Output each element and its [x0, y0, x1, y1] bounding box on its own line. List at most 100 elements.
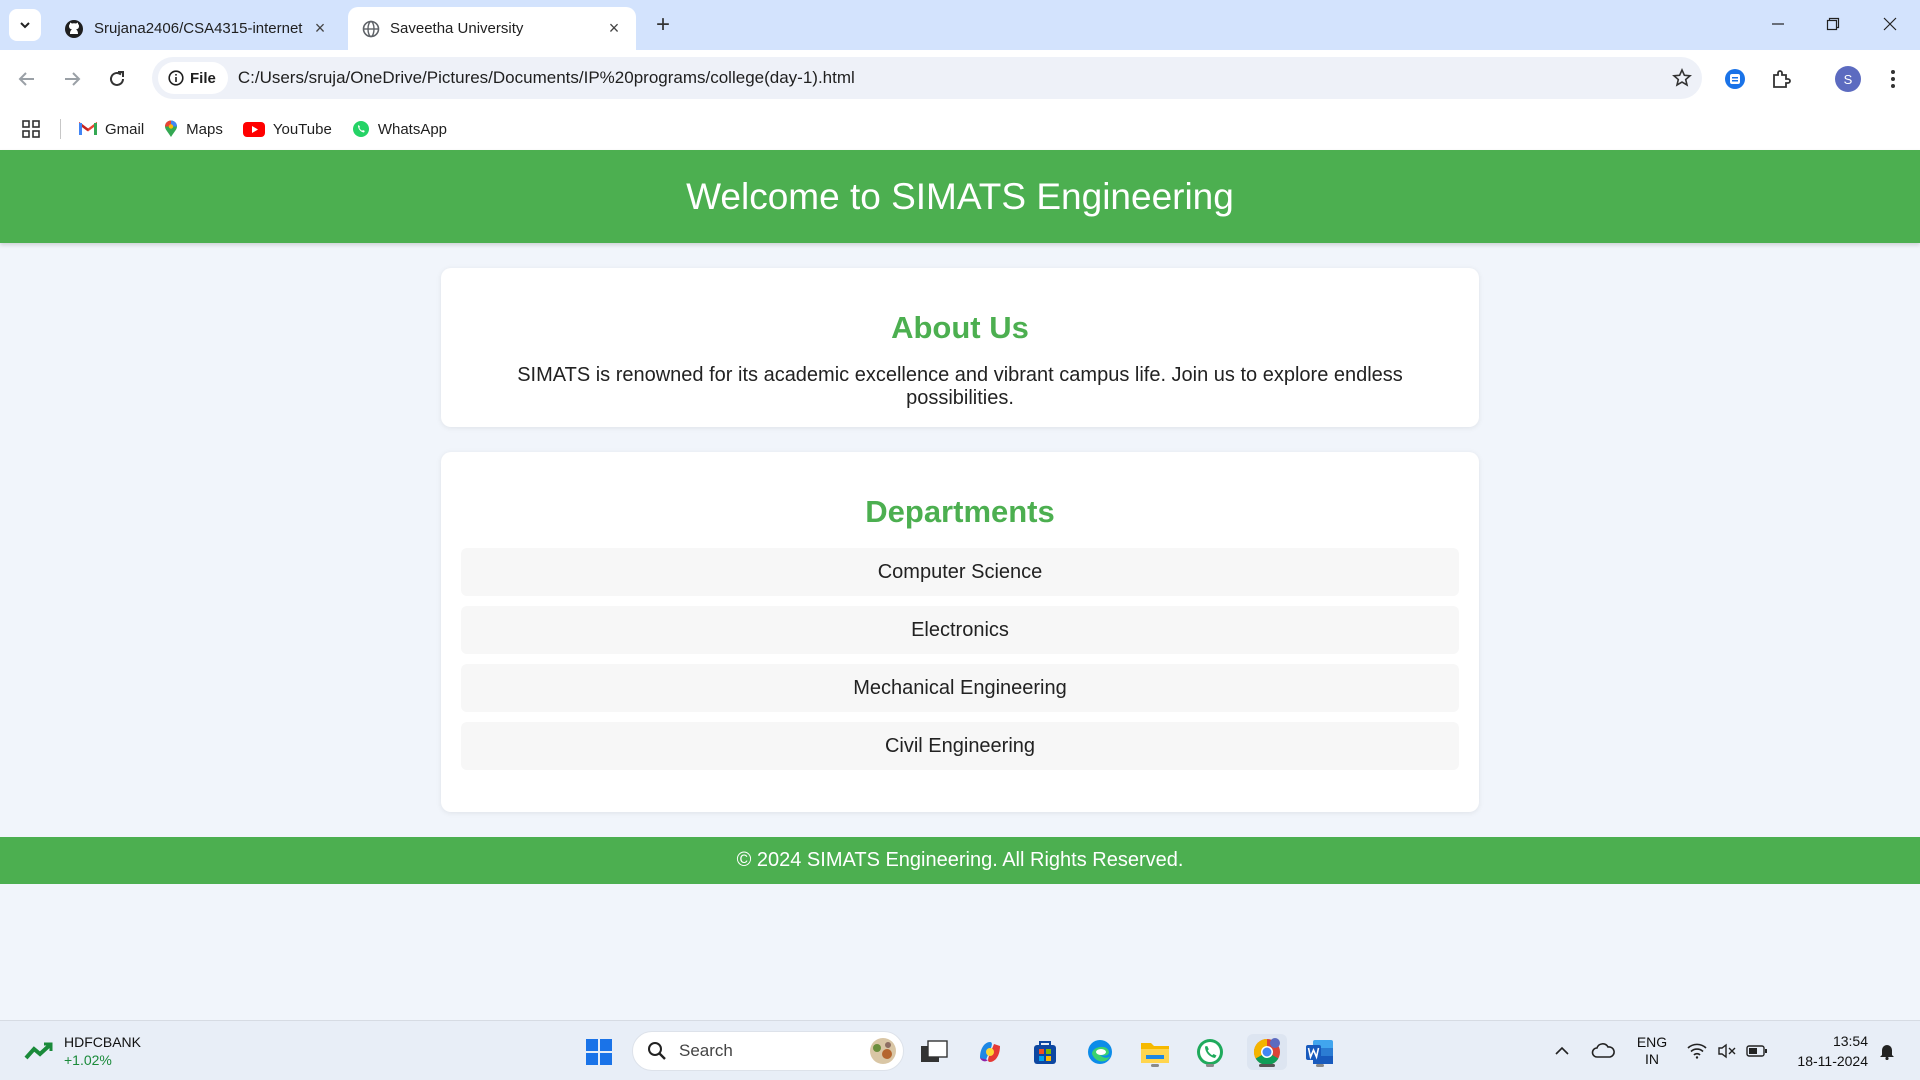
close-icon[interactable]: ×	[310, 18, 330, 39]
clock-time: 13:54	[1832, 1033, 1868, 1049]
profile-button[interactable]: S	[1833, 64, 1863, 94]
new-tab-button[interactable]: +	[650, 11, 676, 38]
site-chip-label: File	[190, 69, 216, 87]
stock-symbol: HDFCBANK	[64, 1034, 142, 1050]
maps-icon	[165, 120, 178, 137]
clock-date: 18-11-2024	[1797, 1053, 1868, 1069]
volume-muted-icon	[1718, 1043, 1736, 1059]
start-button[interactable]	[581, 1034, 617, 1070]
taskbar-edge[interactable]	[1082, 1034, 1118, 1070]
department-item: Electronics	[461, 606, 1459, 654]
taskbar-search[interactable]: Search	[632, 1031, 904, 1071]
minimize-button[interactable]	[1758, 8, 1798, 40]
search-placeholder: Search	[679, 1041, 733, 1060]
copilot-icon	[980, 1042, 1000, 1062]
wifi-icon	[1687, 1043, 1707, 1059]
taskbar-clock[interactable]: 13:54 18-11-2024	[1780, 1031, 1868, 1071]
bookmarks-separator	[60, 119, 61, 139]
kebab-menu-icon	[1891, 70, 1895, 88]
taskbar-task-view[interactable]	[916, 1034, 952, 1070]
search-icon	[648, 1042, 666, 1060]
bookmark-whatsapp[interactable]: WhatsApp	[352, 120, 447, 138]
volume-button[interactable]	[1714, 1021, 1740, 1080]
folder-icon	[1141, 1043, 1169, 1063]
word-icon	[1306, 1040, 1333, 1064]
avatar: S	[1835, 66, 1861, 92]
battery-button[interactable]	[1744, 1021, 1770, 1080]
wifi-button[interactable]	[1684, 1021, 1710, 1080]
globe-icon	[362, 20, 380, 37]
departments-section: Departments Computer Science Electronics…	[441, 452, 1479, 812]
restore-icon	[1826, 17, 1840, 31]
taskbar-copilot[interactable]	[972, 1034, 1008, 1070]
show-hidden-icons-button[interactable]	[1550, 1021, 1574, 1080]
taskbar-word[interactable]	[1302, 1034, 1338, 1070]
taskbar: HDFCBANK +1.02% Search ENG IN 13:54 18-1…	[0, 1020, 1920, 1080]
running-indicator	[1316, 1064, 1324, 1067]
footer-text: © 2024 SIMATS Engineering. All Rights Re…	[736, 849, 1184, 871]
running-indicator	[1259, 1064, 1275, 1067]
close-icon[interactable]: ×	[604, 18, 624, 39]
url-text[interactable]: C:/Users/sruja/OneDrive/Pictures/Documen…	[238, 68, 1662, 88]
language-code: ENG	[1636, 1034, 1668, 1050]
bookmark-maps[interactable]: Maps	[164, 120, 223, 138]
browser-tab-strip: Srujana2406/CSA4315-internet × Saveetha …	[0, 0, 1920, 50]
departments-heading: Departments	[865, 494, 1055, 529]
chevron-down-icon	[20, 22, 30, 29]
taskbar-whatsapp[interactable]	[1192, 1034, 1228, 1070]
stock-widget[interactable]: HDFCBANK +1.02%	[24, 1033, 141, 1069]
tab-title: Srujana2406/CSA4315-internet	[94, 20, 303, 37]
restore-button[interactable]	[1813, 8, 1853, 40]
gmail-icon	[79, 122, 97, 135]
close-window-button[interactable]	[1870, 8, 1910, 40]
site-footer: © 2024 SIMATS Engineering. All Rights Re…	[0, 837, 1920, 884]
arrow-right-icon	[65, 72, 81, 86]
bookmark-gmail[interactable]: Gmail	[79, 121, 144, 138]
language-indicator[interactable]: ENG IN	[1632, 1021, 1672, 1080]
translate-extension-icon	[1725, 69, 1745, 89]
tab-title: Saveetha University	[390, 20, 524, 37]
onedrive-button[interactable]	[1588, 1021, 1618, 1080]
bookmark-star-button[interactable]	[1662, 68, 1702, 88]
youtube-icon	[242, 121, 265, 137]
tab-search-button[interactable]	[9, 9, 41, 41]
reload-button[interactable]	[102, 64, 132, 94]
tab-github[interactable]: Srujana2406/CSA4315-internet ×	[50, 7, 342, 50]
taskbar-chrome[interactable]	[1247, 1034, 1287, 1070]
extensions-menu-button[interactable]	[1766, 64, 1796, 94]
running-indicator	[1206, 1064, 1214, 1067]
whatsapp-icon	[352, 121, 369, 137]
about-section: About Us SIMATS is renowned for its acad…	[441, 268, 1479, 427]
bookmark-label: Maps	[186, 120, 223, 138]
extension-button[interactable]	[1720, 64, 1750, 94]
stock-trend-icon	[24, 1042, 53, 1060]
whatsapp-icon	[1197, 1039, 1223, 1065]
arrow-left-icon	[18, 72, 34, 86]
department-item: Computer Science	[461, 548, 1459, 596]
star-icon	[1672, 68, 1692, 87]
bookmark-youtube[interactable]: YouTube	[242, 120, 332, 138]
battery-icon	[1746, 1045, 1767, 1057]
taskbar-file-explorer[interactable]	[1137, 1034, 1173, 1070]
header-title: Welcome to SIMATS Engineering	[686, 175, 1234, 217]
search-highlight-icon	[870, 1038, 896, 1064]
browser-menu-button[interactable]	[1878, 64, 1908, 94]
apps-button[interactable]	[22, 120, 40, 138]
region-code: IN	[1645, 1051, 1659, 1067]
forward-button[interactable]	[57, 64, 87, 94]
minimize-icon	[1772, 23, 1784, 25]
bookmark-label: YouTube	[272, 120, 332, 138]
tab-saveetha[interactable]: Saveetha University ×	[348, 7, 636, 50]
edge-icon	[1088, 1040, 1112, 1064]
notifications-button[interactable]	[1874, 1021, 1900, 1080]
info-icon	[168, 70, 184, 86]
department-item: Civil Engineering	[461, 722, 1459, 770]
task-view-icon	[921, 1040, 948, 1062]
back-button[interactable]	[12, 64, 42, 94]
site-info-chip[interactable]: File	[158, 62, 228, 94]
taskbar-store[interactable]	[1027, 1034, 1063, 1070]
address-bar[interactable]: File C:/Users/sruja/OneDrive/Pictures/Do…	[152, 57, 1702, 99]
about-heading: About Us	[891, 310, 1029, 345]
bookmarks-bar: Gmail Maps YouTube WhatsApp	[0, 108, 1920, 150]
reload-icon	[110, 71, 124, 86]
